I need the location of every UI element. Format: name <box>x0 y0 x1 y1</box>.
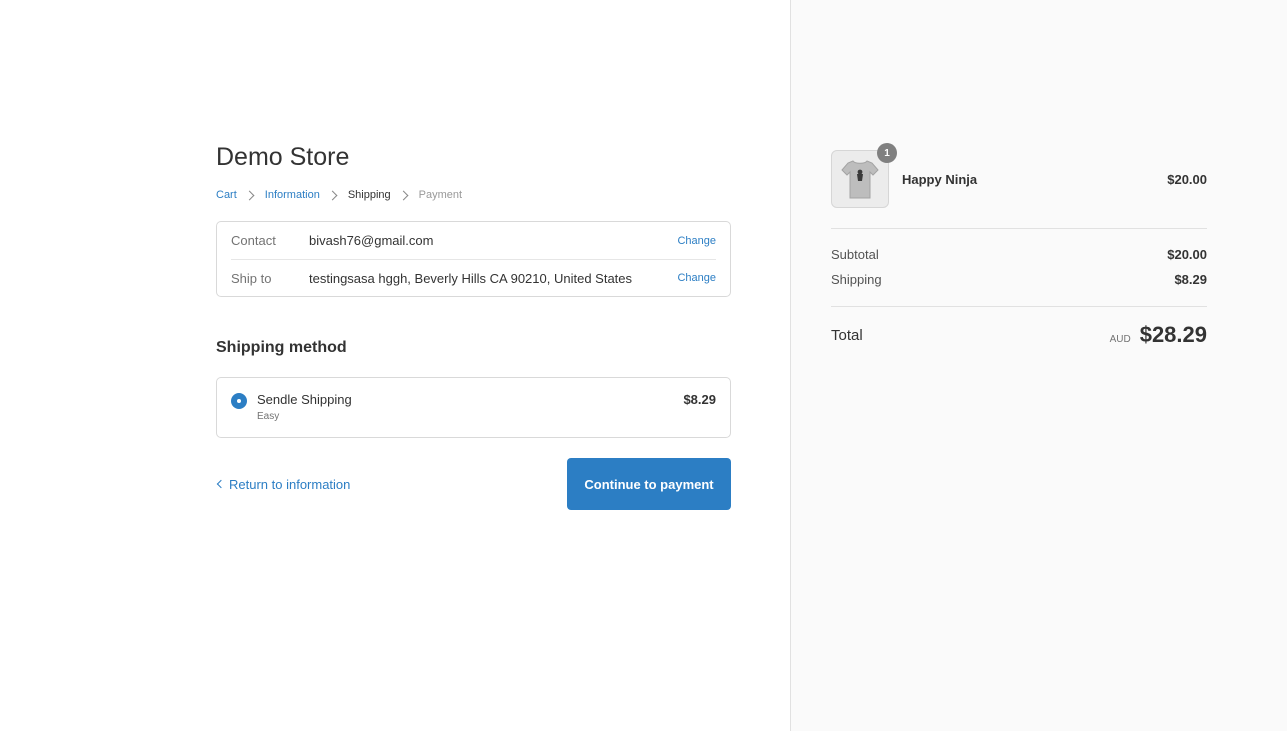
breadcrumb-shipping: Shipping <box>347 189 391 201</box>
change-contact-link[interactable]: Change <box>677 235 716 247</box>
checkout-main: Demo Store Cart Information Shipping Pay… <box>0 0 790 731</box>
chevron-right-icon <box>398 190 409 200</box>
shipping-method-title: Shipping method <box>216 339 347 356</box>
subtotal-row: Subtotal $20.00 <box>831 246 1207 262</box>
breadcrumb-cart[interactable]: Cart <box>216 189 237 201</box>
checkout-page: Demo Store Cart Information Shipping Pay… <box>0 0 1287 731</box>
step-actions: Return to information Continue to paymen… <box>216 458 731 510</box>
checkout-main-content: Demo Store Cart Information Shipping Pay… <box>216 140 731 510</box>
chevron-right-icon <box>327 190 338 200</box>
breadcrumb: Cart Information Shipping Payment <box>216 187 731 203</box>
breadcrumb-payment: Payment <box>418 189 463 201</box>
order-summary-content: 1 Happy Ninja $20.00 Subtotal $20.00 Shi… <box>831 143 1207 347</box>
store-title[interactable]: Demo Store <box>216 140 731 174</box>
shipping-method-text: Sendle Shipping Easy <box>257 392 683 422</box>
tshirt-icon <box>841 160 879 199</box>
change-ship-to-link[interactable]: Change <box>677 272 716 284</box>
return-link-label: Return to information <box>229 476 351 492</box>
product-thumbnail: 1 <box>831 143 897 208</box>
shipping-method-sub: Easy <box>257 411 280 422</box>
return-to-information-link[interactable]: Return to information <box>216 477 350 492</box>
subtotal-value: $20.00 <box>1167 246 1207 262</box>
shipping-method-radio[interactable] <box>231 393 247 409</box>
shipping-row: Shipping $8.29 <box>831 271 1207 287</box>
shipping-value: $8.29 <box>1174 271 1207 287</box>
order-summary: 1 Happy Ninja $20.00 Subtotal $20.00 Shi… <box>790 0 1287 731</box>
subtotal-label: Subtotal <box>831 246 879 262</box>
product-price: $20.00 <box>1167 171 1207 187</box>
contact-label: Contact <box>231 233 276 248</box>
continue-to-payment-button[interactable]: Continue to payment <box>567 458 731 510</box>
shipping-label: Shipping <box>831 271 882 287</box>
radio-selected-dot <box>237 399 241 403</box>
contact-value: bivash76@gmail.com <box>309 233 434 248</box>
summary-lines: Subtotal $20.00 Shipping $8.29 <box>831 229 1207 306</box>
total-label: Total <box>831 326 863 344</box>
chevron-right-icon <box>244 190 255 200</box>
ship-to-label: Ship to <box>231 270 272 286</box>
currency-code: AUD <box>1109 334 1131 345</box>
product-name: Happy Ninja <box>902 171 978 187</box>
shipping-method-price: $8.29 <box>683 392 716 407</box>
review-row-ship-to: Ship to testingsasa hggh, Beverly Hills … <box>231 259 716 296</box>
total-row: Total AUD $28.29 <box>831 307 1207 347</box>
breadcrumb-information[interactable]: Information <box>265 189 320 201</box>
review-block: Contact bivash76@gmail.com Change Ship t… <box>216 221 731 297</box>
shipping-method-option[interactable]: Sendle Shipping Easy $8.29 <box>216 377 731 438</box>
product-line: 1 Happy Ninja $20.00 <box>831 143 1207 208</box>
quantity-badge: 1 <box>877 143 897 163</box>
shipping-method-name: Sendle Shipping <box>257 392 352 407</box>
ship-to-value: testingsasa hggh, Beverly Hills CA 90210… <box>309 270 633 286</box>
chevron-left-icon <box>216 479 226 489</box>
total-amount: AUD $28.29 <box>1110 322 1207 348</box>
total-value: $28.29 <box>1139 322 1207 347</box>
review-row-contact: Contact bivash76@gmail.com Change <box>231 222 716 259</box>
